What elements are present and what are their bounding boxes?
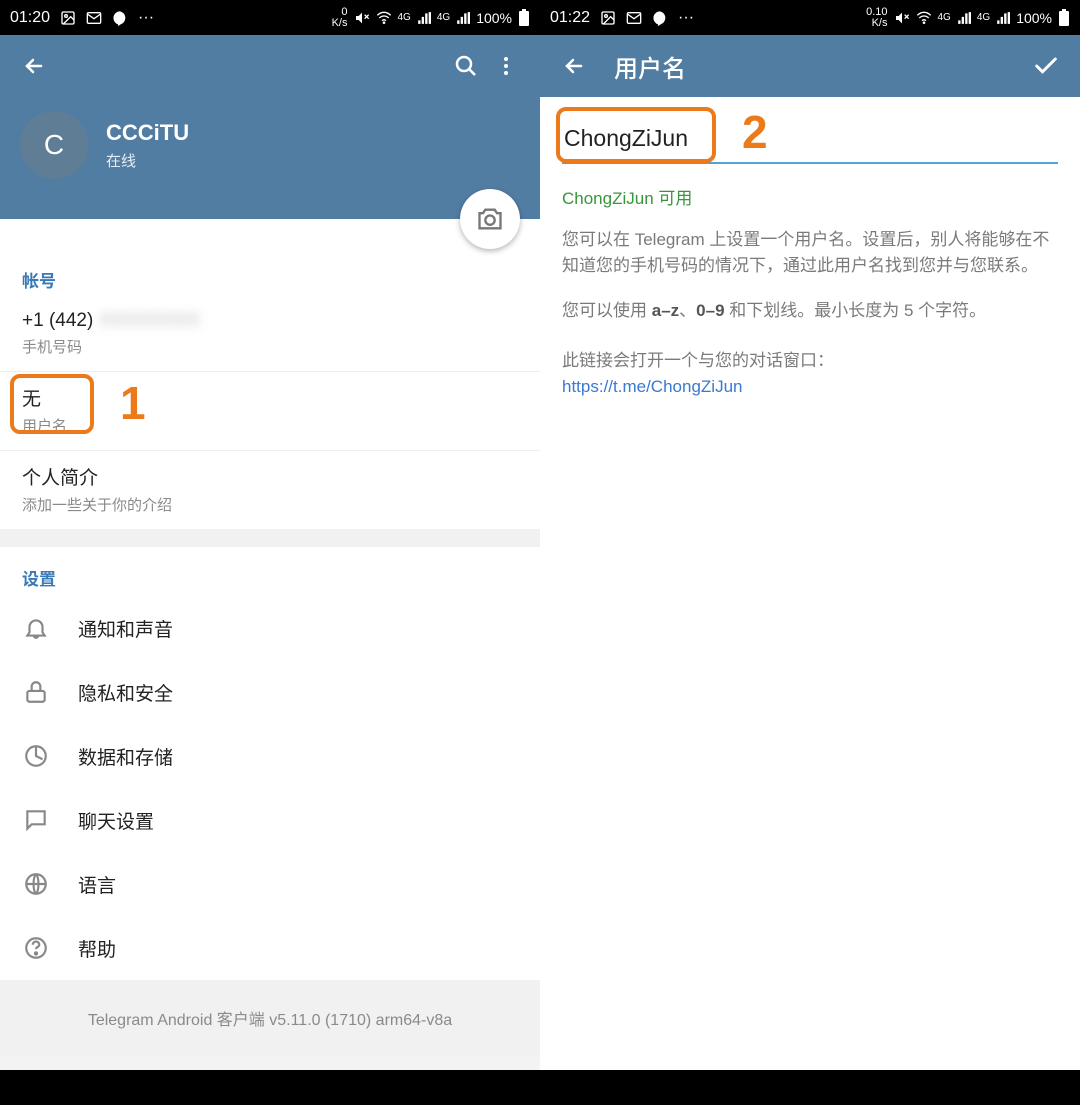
settings-privacy[interactable]: 隐私和安全 [0, 660, 540, 724]
nav-bar [540, 1070, 1080, 1105]
wifi-icon [916, 10, 932, 26]
username-desc-1: 您可以在 Telegram 上设置一个用户名。设置后，别人将能够在不知道您的手机… [562, 227, 1058, 280]
lock-icon [22, 678, 50, 706]
phone-row[interactable]: +1 (442) XXXXXXXX 手机号码 [0, 298, 540, 372]
mute-icon [354, 10, 370, 26]
hangouts-icon [652, 10, 668, 26]
image-icon [60, 10, 76, 26]
nav-bar [0, 1070, 540, 1105]
signal-4g-1: 4G [398, 12, 411, 23]
battery-icon [518, 9, 530, 27]
username-input[interactable] [562, 119, 1058, 164]
chat-icon [22, 806, 50, 834]
help-icon [22, 934, 50, 962]
data-icon [22, 742, 50, 770]
bio-hint: 添加一些关于你的介绍 [22, 494, 518, 515]
left-screen: 01:20 ··· 0K/s 4G 4G 100% [0, 0, 540, 1105]
bio-title: 个人简介 [22, 463, 518, 490]
account-header: 帐号 [0, 249, 540, 298]
settings-card: 设置 通知和声音 隐私和安全 数据和存储 聊天设置 语言 [0, 547, 540, 980]
right-screen: 01:22 ··· 0.10K/s 4G 4G 100% [540, 0, 1080, 1105]
username-row[interactable]: 无 用户名 1 [0, 372, 540, 451]
app-version: Telegram Android 客户端 v5.11.0 (1710) arm6… [0, 980, 540, 1056]
status-bar: 01:22 ··· 0.10K/s 4G 4G 100% [540, 0, 1080, 35]
signal-icon [957, 11, 971, 25]
settings-header: 设置 [0, 547, 540, 596]
mail-icon [626, 10, 642, 26]
battery-icon [1058, 9, 1070, 27]
network-speed: 0.10K/s [866, 7, 887, 29]
bio-row[interactable]: 个人简介 添加一些关于你的介绍 [0, 451, 540, 529]
hangouts-icon [112, 10, 128, 26]
signal-icon-2 [996, 11, 1010, 25]
settings-item-label: 语言 [78, 871, 116, 898]
status-time: 01:20 [10, 9, 50, 27]
settings-item-label: 数据和存储 [78, 743, 173, 770]
globe-icon [22, 870, 50, 898]
divider-gap [0, 529, 540, 547]
mail-icon [86, 10, 102, 26]
profile-header: C CCCiTU 在线 [0, 97, 540, 219]
battery-pct: 100% [476, 10, 512, 26]
settings-help[interactable]: 帮助 [0, 916, 540, 980]
more-dots: ··· [678, 9, 694, 27]
signal-icon-2 [456, 11, 470, 25]
settings-item-label: 通知和声音 [78, 615, 173, 642]
signal-4g-2: 4G [977, 12, 990, 23]
signal-icon [417, 11, 431, 25]
settings-chat[interactable]: 聊天设置 [0, 788, 540, 852]
appbar-right: 用户名 [540, 35, 1080, 97]
appbar-left [0, 35, 540, 97]
profile-name: CCCiTU [106, 120, 189, 146]
menu-button[interactable] [486, 46, 526, 86]
username-value: 无 [22, 384, 518, 411]
more-dots: ··· [138, 9, 154, 27]
settings-item-label: 帮助 [78, 935, 116, 962]
signal-4g-2: 4G [437, 12, 450, 23]
username-form: 2 ChongZiJun 可用 您可以在 Telegram 上设置一个用户名。设… [540, 97, 1080, 1070]
username-link-label: 此链接会打开一个与您的对话窗口： [562, 346, 1058, 371]
status-bar: 01:20 ··· 0K/s 4G 4G 100% [0, 0, 540, 35]
confirm-button[interactable] [1026, 46, 1066, 86]
camera-button[interactable] [460, 189, 520, 249]
settings-data[interactable]: 数据和存储 [0, 724, 540, 788]
username-desc-2: 您可以使用 a–z、0–9 和下划线。最小长度为 5 个字符。 [562, 298, 1058, 324]
username-link[interactable]: https://t.me/ChongZiJun [562, 377, 1058, 397]
account-card: 帐号 +1 (442) XXXXXXXX 手机号码 无 用户名 1 个人简介 添… [0, 219, 540, 529]
back-button[interactable] [554, 46, 594, 86]
settings-language[interactable]: 语言 [0, 852, 540, 916]
back-button[interactable] [14, 46, 54, 86]
signal-4g-1: 4G [938, 12, 951, 23]
settings-notifications[interactable]: 通知和声音 [0, 596, 540, 660]
mute-icon [894, 10, 910, 26]
wifi-icon [376, 10, 392, 26]
battery-pct: 100% [1016, 10, 1052, 26]
profile-status: 在线 [106, 150, 189, 171]
username-label: 用户名 [22, 415, 518, 436]
search-button[interactable] [446, 46, 486, 86]
page-title: 用户名 [614, 49, 1026, 84]
image-icon [600, 10, 616, 26]
avatar[interactable]: C [20, 111, 88, 179]
phone-label: 手机号码 [22, 336, 518, 357]
phone-value: +1 (442) XXXXXXXX [22, 310, 518, 332]
settings-item-label: 聊天设置 [78, 807, 154, 834]
network-speed: 0K/s [332, 7, 348, 29]
username-available: ChongZiJun 可用 [562, 184, 1058, 209]
status-time: 01:22 [550, 9, 590, 27]
settings-item-label: 隐私和安全 [78, 679, 173, 706]
bell-icon [22, 614, 50, 642]
